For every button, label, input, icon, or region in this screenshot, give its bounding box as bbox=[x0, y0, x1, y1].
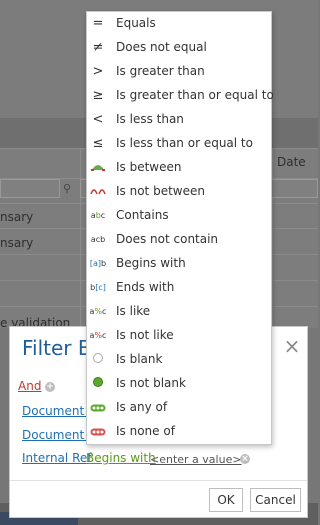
menu-item-between[interactable]: Is between bbox=[88, 156, 270, 180]
menu-item-label: Is not between bbox=[116, 184, 205, 198]
condition-operator-link[interactable]: Begins with bbox=[86, 451, 156, 465]
cancel-button[interactable]: Cancel bbox=[250, 488, 301, 512]
menu-item-label: Is blank bbox=[116, 352, 163, 366]
condition-row: Internal Ref bbox=[22, 451, 91, 465]
menu-item-label: Is less than or equal to bbox=[116, 136, 253, 150]
menu-item-label: Is greater than bbox=[116, 64, 205, 78]
menu-item-less-than[interactable]: < Is less than bbox=[88, 108, 270, 132]
menu-item-begins-with[interactable]: [a]b Begins with bbox=[88, 252, 270, 276]
menu-item-does-not-equal[interactable]: ≠ Does not equal bbox=[88, 36, 270, 60]
menu-item-label: Is greater than or equal to bbox=[116, 88, 274, 102]
menu-item-contains[interactable]: abc Contains bbox=[88, 204, 270, 228]
any-of-icon bbox=[89, 399, 107, 417]
menu-item-label: Is any of bbox=[116, 400, 168, 414]
menu-item-label: Is not blank bbox=[116, 376, 186, 390]
menu-item-is-not-blank[interactable]: Is not blank bbox=[88, 372, 270, 396]
menu-item-label: Is less than bbox=[116, 112, 184, 126]
does-not-contain-icon: acb bbox=[90, 235, 106, 244]
menu-item-label: Contains bbox=[116, 208, 169, 222]
background-row-text: nsary bbox=[0, 210, 34, 224]
condition-value-input[interactable]: <enter a value> bbox=[150, 453, 242, 466]
condition-operator: Begins with bbox=[86, 451, 156, 465]
condition-field-link[interactable]: Internal Ref bbox=[22, 451, 91, 465]
menu-item-is-not-like[interactable]: a%c Is not like bbox=[88, 324, 270, 348]
contains-icon: abc bbox=[90, 211, 106, 220]
is-not-like-icon: a%c bbox=[89, 331, 107, 340]
grid-column-divider bbox=[272, 148, 273, 328]
not-between-icon bbox=[89, 183, 107, 201]
menu-item-label: Is not like bbox=[116, 328, 174, 342]
date-column-header[interactable]: Date bbox=[277, 155, 306, 169]
filled-circle-icon bbox=[89, 375, 107, 393]
remove-condition-icon[interactable]: × bbox=[240, 454, 250, 464]
less-or-equal-icon: ≤ bbox=[92, 136, 104, 151]
ends-with-icon: b[c] bbox=[90, 283, 106, 292]
background-row-text: nsary bbox=[0, 236, 34, 250]
menu-item-label: Is none of bbox=[116, 424, 175, 438]
menu-item-greater-than[interactable]: > Is greater than bbox=[88, 60, 270, 84]
greater-than-icon: > bbox=[92, 64, 104, 79]
equals-icon: = bbox=[92, 16, 104, 31]
menu-item-not-between[interactable]: Is not between bbox=[88, 180, 270, 204]
menu-item-label: Equals bbox=[116, 16, 156, 30]
add-condition-icon[interactable]: + bbox=[45, 382, 55, 392]
menu-item-is-like[interactable]: a%c Is like bbox=[88, 300, 270, 324]
menu-item-label: Does not equal bbox=[116, 40, 207, 54]
menu-item-is-any-of[interactable]: Is any of bbox=[88, 396, 270, 420]
menu-item-equals[interactable]: = Equals bbox=[88, 12, 270, 36]
close-icon[interactable]: × bbox=[283, 336, 301, 356]
menu-item-greater-or-equal[interactable]: ≥ Is greater than or equal to bbox=[88, 84, 274, 108]
menu-item-does-not-contain[interactable]: acb Does not contain bbox=[88, 228, 270, 252]
menu-item-less-or-equal[interactable]: ≤ Is less than or equal to bbox=[88, 132, 270, 156]
group-operator-link[interactable]: And bbox=[18, 379, 41, 393]
group-operator-row: And bbox=[18, 379, 41, 393]
not-equal-icon: ≠ bbox=[92, 40, 104, 55]
menu-item-is-blank[interactable]: Is blank bbox=[88, 348, 270, 372]
is-like-icon: a%c bbox=[89, 307, 107, 316]
empty-circle-icon bbox=[89, 351, 107, 369]
less-than-icon: < bbox=[92, 112, 104, 127]
menu-item-is-none-of[interactable]: Is none of bbox=[88, 420, 270, 444]
menu-item-label: Is like bbox=[116, 304, 151, 318]
funnel-icon[interactable]: ⚲ bbox=[63, 182, 71, 195]
menu-item-label: Begins with bbox=[116, 256, 186, 270]
dialog-footer-separator bbox=[10, 480, 307, 481]
menu-item-label: Does not contain bbox=[116, 232, 219, 246]
background-filter-input[interactable] bbox=[0, 179, 60, 198]
none-of-icon bbox=[89, 423, 107, 441]
menu-item-label: Is between bbox=[116, 160, 182, 174]
between-icon bbox=[89, 159, 107, 177]
greater-or-equal-icon: ≥ bbox=[92, 88, 104, 103]
condition-value: <enter a value> bbox=[150, 452, 242, 466]
menu-item-label: Ends with bbox=[116, 280, 175, 294]
begins-with-icon: [a]b bbox=[89, 259, 107, 268]
ok-button[interactable]: OK bbox=[209, 488, 243, 512]
menu-item-ends-with[interactable]: b[c] Ends with bbox=[88, 276, 270, 300]
grid-column-divider bbox=[80, 148, 81, 328]
